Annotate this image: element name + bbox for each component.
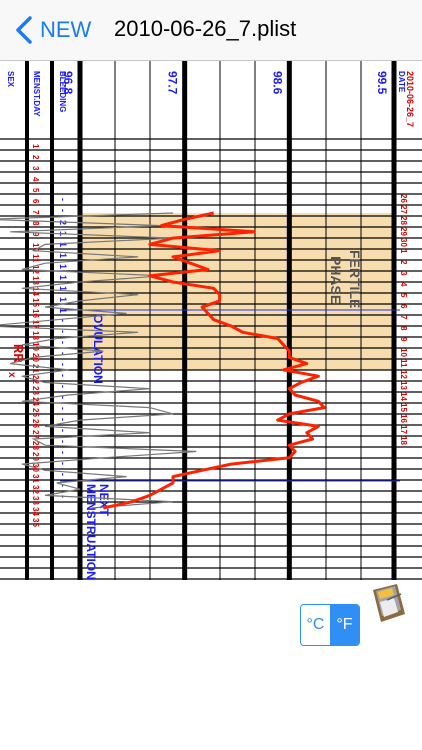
menst-day-value: 4 (31, 177, 40, 182)
menst-day-value: 23 (31, 386, 40, 395)
celsius-button[interactable]: °C (301, 605, 330, 645)
temperature-axis-label: 97.7 (166, 71, 180, 95)
date-value: 5 (399, 293, 408, 298)
menst-day-value: 35 (31, 518, 40, 527)
date-value: 26 (399, 194, 408, 203)
date-value: 9 (399, 337, 408, 342)
bleeding-value: - (58, 440, 68, 443)
back-button-label: NEW (40, 17, 92, 42)
date-header: DATE (397, 71, 406, 93)
bottom-toolbar: °C °F (0, 580, 422, 750)
menst-day-value: 32 (31, 485, 40, 494)
date-value: 7 (399, 315, 408, 320)
bleeding-value: - (58, 341, 68, 344)
bleeding-value: - (58, 330, 68, 333)
menst-day-value: 15 (31, 298, 40, 307)
date-value: 15 (399, 403, 408, 412)
bleeding-value: - (58, 385, 68, 388)
next-label: NEXT (97, 484, 111, 517)
date-value: 6 (399, 304, 408, 309)
date-value: 13 (399, 381, 408, 390)
date-value: 11 (399, 359, 408, 368)
menst-day-value: 25 (31, 408, 40, 417)
bleeding-value: - (58, 363, 68, 366)
date-value: 8 (399, 326, 408, 331)
bleeding-value: - (58, 418, 68, 421)
bleeding-value: - (58, 429, 68, 432)
navigation-bar: NEW 2010-06-26_7.plist (0, 0, 422, 61)
menst-day-value: 6 (31, 199, 40, 204)
menst-day-value: 3 (31, 166, 40, 171)
date-value: 4 (399, 282, 408, 287)
menst-day-value: 5 (31, 188, 40, 193)
bleeding-value: 1 (58, 264, 68, 269)
date-value: 29 (399, 227, 408, 236)
menst-day-value: 29 (31, 452, 40, 461)
bleeding-value: - (58, 451, 68, 454)
temperature-axis-label: 99.5 (375, 71, 389, 95)
menst-day-value: 26 (31, 419, 40, 428)
fertile-phase-label: FERTILE (347, 250, 363, 308)
menst-day-value: 16 (31, 309, 40, 318)
save-icon[interactable] (367, 580, 413, 626)
date-value: 28 (399, 216, 408, 225)
date-value: 18 (399, 436, 408, 445)
menst-day-value: 27 (31, 430, 40, 439)
bleeding-value: - (58, 473, 68, 476)
rr-mark: x (6, 372, 17, 378)
fertile-phase-label: PHASE (328, 256, 344, 304)
date-value: 12 (399, 370, 408, 379)
date-value: 27 (399, 205, 408, 214)
sex-header: SEX (6, 71, 15, 88)
bleeding-value: - (58, 198, 68, 201)
date-value: 17 (399, 425, 408, 434)
menst-day-value: 34 (31, 507, 40, 516)
date-value: 30 (399, 238, 408, 247)
menst-day-value: 1 (31, 144, 40, 149)
menst-day-value: 2 (31, 155, 40, 160)
bleeding-value: - (58, 462, 68, 465)
menst-day-value: 13 (31, 276, 40, 285)
menst-day-value: 7 (31, 210, 40, 215)
bleeding-value: - (58, 407, 68, 410)
bleeding-value: - (58, 209, 68, 212)
ovulation-label: OVULATION (91, 314, 105, 384)
chevron-left-icon (16, 16, 32, 44)
menst-day-value: 11 (31, 254, 40, 263)
fahrenheit-button[interactable]: °F (330, 605, 359, 645)
bleeding-value: 1 (58, 253, 68, 258)
bleeding-value: - (58, 374, 68, 377)
bleeding-value: 1 (58, 297, 68, 302)
date-value: 1 (399, 249, 408, 254)
menst-day-header: MENST.DAY (32, 71, 41, 117)
fertility-chart[interactable]: SEX MENST.DAY BLEEDING 2010-06-26_7DATE96.8… (0, 61, 422, 580)
date-value: 16 (399, 414, 408, 423)
date-value: 2 (399, 260, 408, 265)
date-value: 3 (399, 271, 408, 276)
menst-day-value: 18 (31, 331, 40, 340)
temperature-unit-toggle[interactable]: °C °F (300, 604, 360, 646)
temperature-axis-label: 98.6 (270, 71, 284, 95)
back-button[interactable]: NEW (12, 14, 91, 46)
menst-day-value: 31 (31, 474, 40, 483)
temperature-axis-label: 96.8 (61, 71, 75, 95)
page-title: 2010-06-26_7.plist (114, 16, 297, 41)
date-value: 14 (399, 392, 408, 401)
bleeding-value: 1 (58, 275, 68, 280)
date-value: 10 (399, 348, 408, 357)
menst-day-value: 33 (31, 496, 40, 505)
